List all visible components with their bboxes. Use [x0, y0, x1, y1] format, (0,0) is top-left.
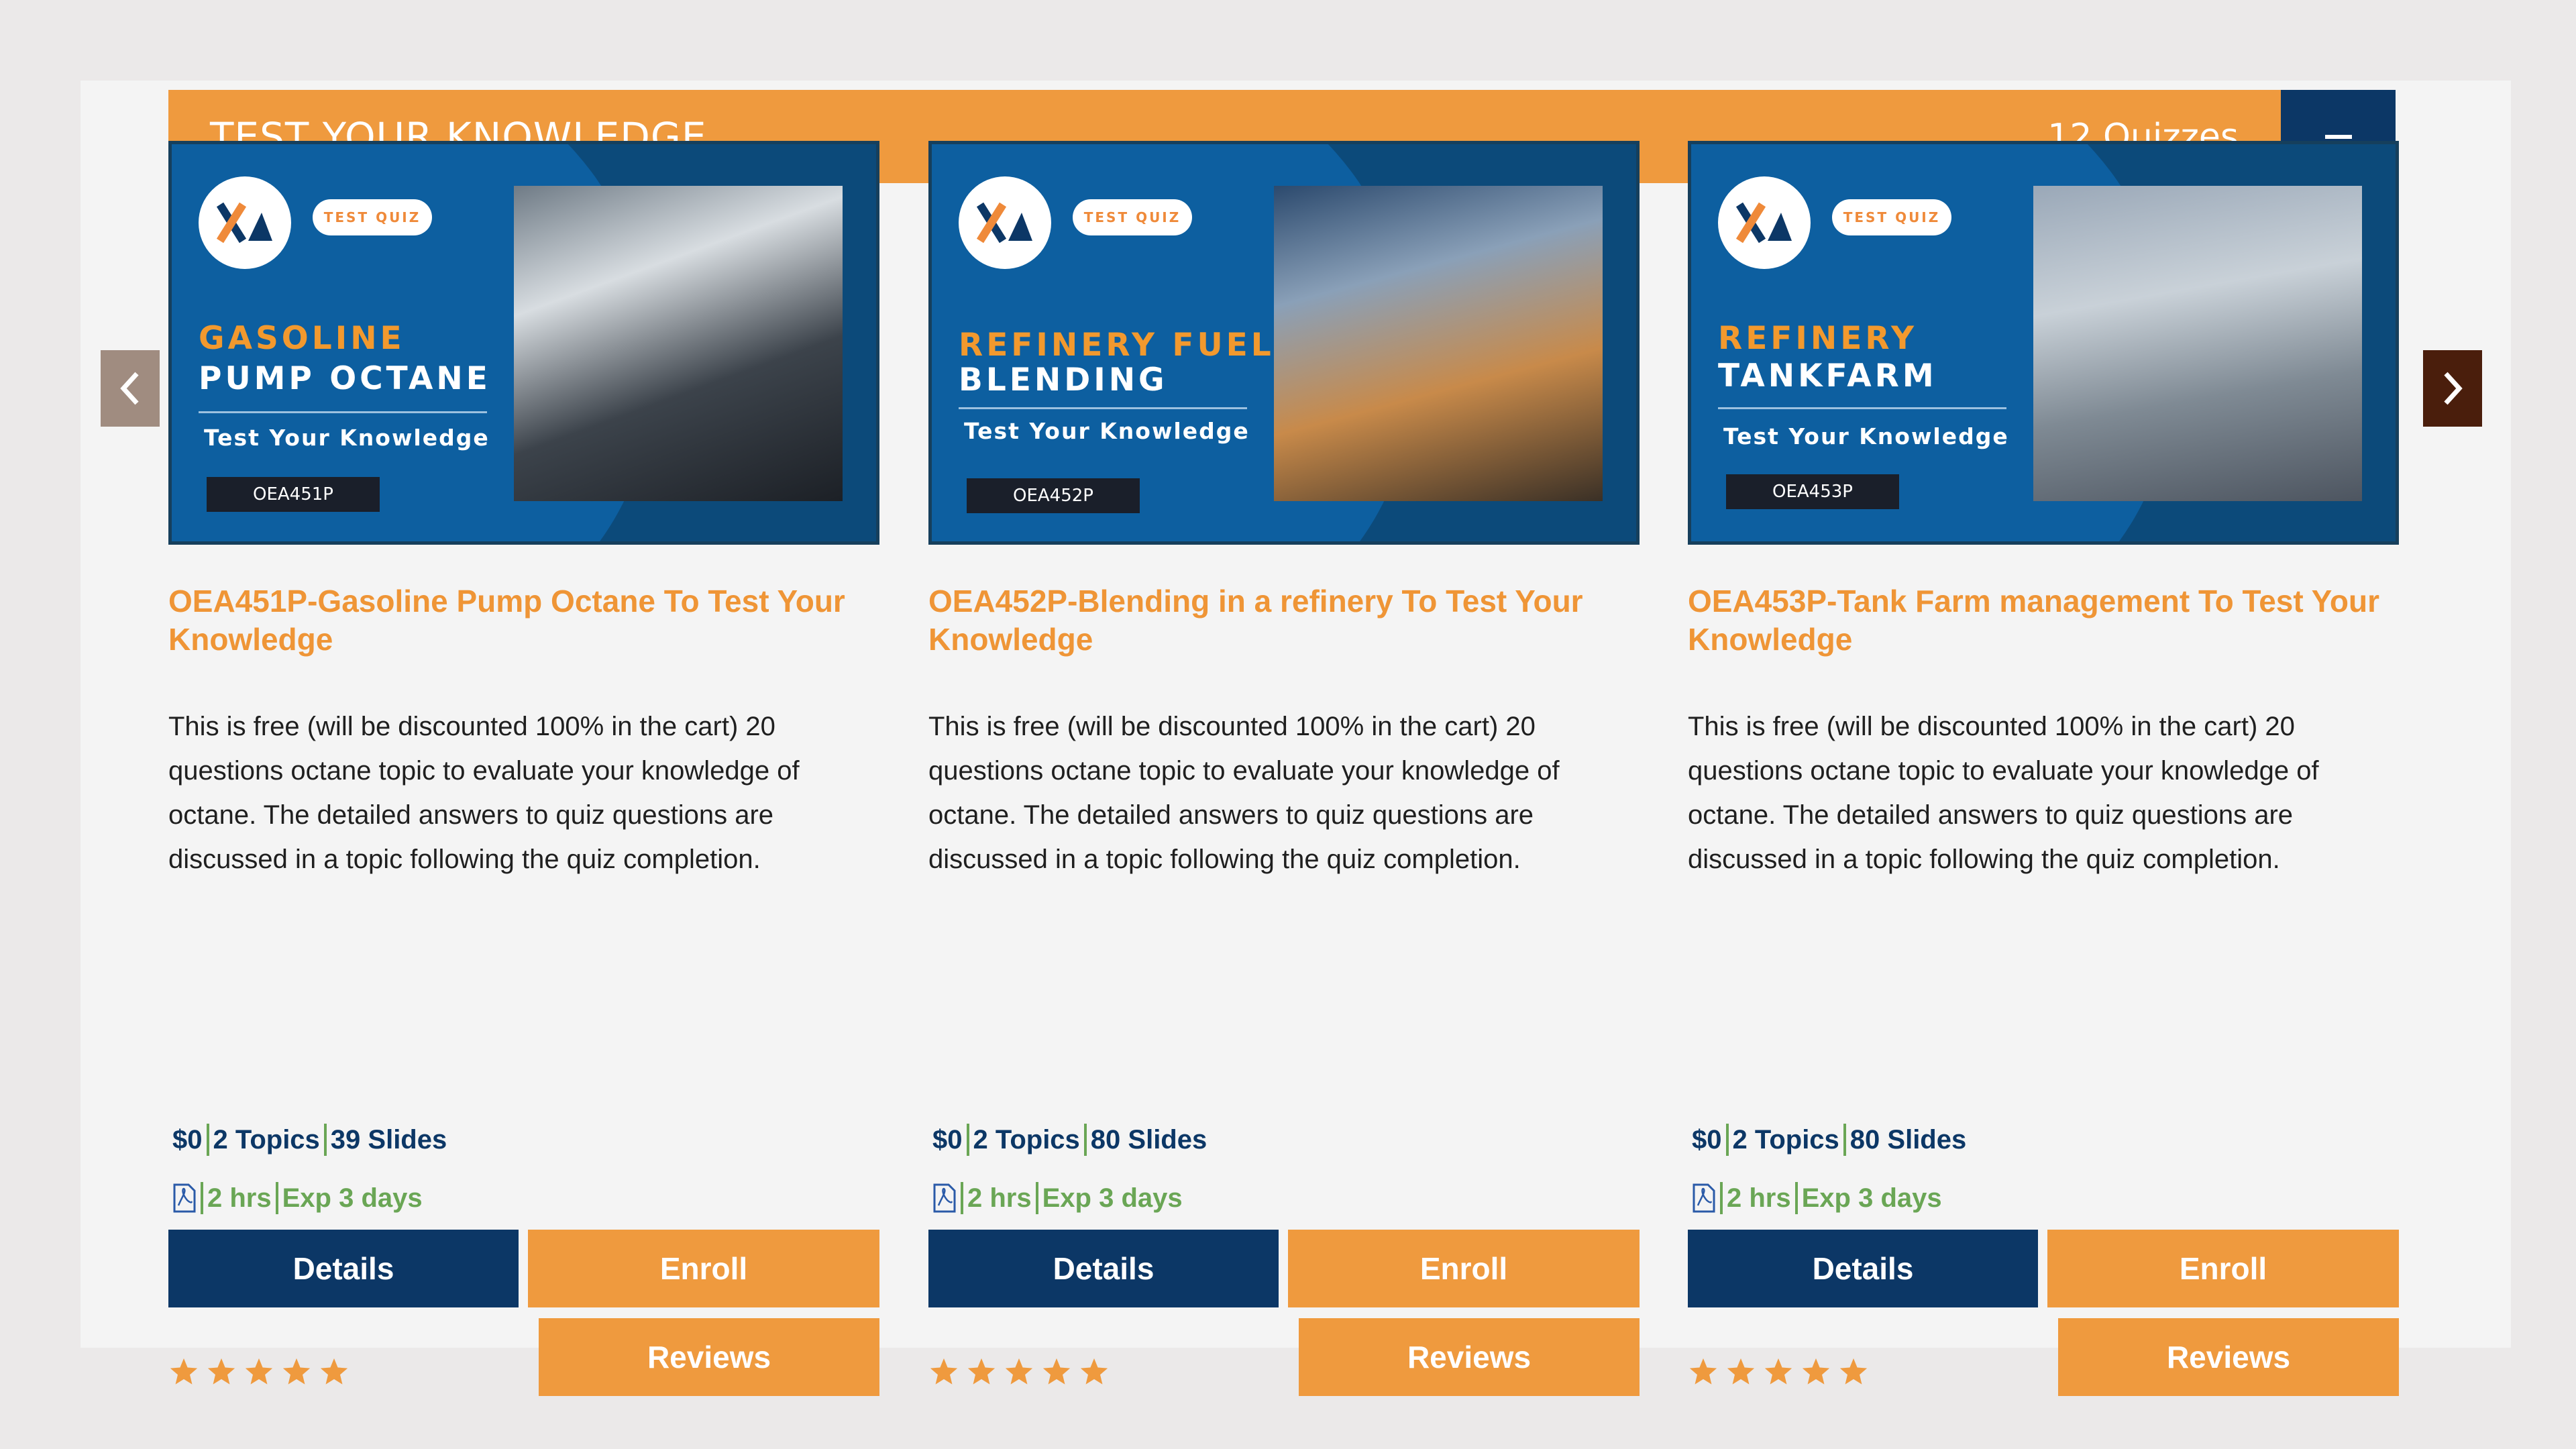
duration: 2 hrs — [1727, 1183, 1791, 1213]
star-icon — [1689, 1358, 1717, 1385]
pdf-file-icon — [933, 1183, 956, 1213]
test-quiz-badge: TEST QUIZ — [313, 199, 432, 235]
duration: 2 hrs — [967, 1183, 1032, 1213]
expiry: Exp 3 days — [282, 1183, 423, 1213]
thumb-title-line2: PUMP OCTANE — [199, 360, 491, 397]
slides-count: 80 Slides — [1849, 1124, 1967, 1155]
quiz-description: This is free (will be discounted 100% in… — [928, 712, 1560, 874]
details-button[interactable]: Details — [1688, 1230, 2038, 1307]
thumb-subtitle: Test Your Knowledge — [204, 425, 490, 451]
details-button[interactable]: Details — [168, 1230, 519, 1307]
details-button[interactable]: Details — [928, 1230, 1279, 1307]
quiz-description: This is free (will be discounted 100% in… — [168, 712, 800, 874]
quiz-photo — [1274, 186, 1603, 501]
course-code: OEA452P — [967, 478, 1140, 513]
expiry: Exp 3 days — [1801, 1183, 1942, 1213]
star-icon — [170, 1358, 198, 1385]
logo-mark-icon — [976, 202, 1032, 244]
quiz-thumbnail[interactable]: TEST QUIZ GASOLINE PUMP OCTANE Test Your… — [168, 141, 879, 545]
quiz-title-link[interactable]: OEA453P-Tank Farm management To Test You… — [1688, 582, 2399, 659]
star-icon — [1802, 1358, 1830, 1385]
enroll-button[interactable]: Enroll — [2047, 1230, 2399, 1307]
price: $0 — [932, 1124, 963, 1155]
reviews-button[interactable]: Reviews — [2058, 1318, 2399, 1396]
star-icon — [207, 1358, 235, 1385]
quiz-thumbnail[interactable]: TEST QUIZ REFINERY FUEL BLENDING Test Yo… — [928, 141, 1640, 545]
quiz-thumbnail[interactable]: TEST QUIZ REFINERY TANKFARM Test Your Kn… — [1688, 141, 2399, 545]
pdf-file-icon — [1693, 1183, 1715, 1213]
quiz-duration-info: 2 hrs Exp 3 days — [1692, 1182, 1942, 1214]
quiz-card-2: TEST QUIZ REFINERY FUEL BLENDING Test Yo… — [928, 141, 1640, 1415]
star-icon — [967, 1358, 996, 1385]
course-code: OEA453P — [1726, 474, 1899, 509]
thumb-title-line2: TANKFARM — [1718, 358, 1937, 394]
thumb-title-line1: REFINERY FUEL — [959, 327, 1275, 364]
academy-logo — [1718, 176, 1811, 269]
quiz-title-link[interactable]: OEA451P-Gasoline Pump Octane To Test You… — [168, 582, 879, 659]
star-icon — [320, 1358, 348, 1385]
slides-count: 80 Slides — [1090, 1124, 1208, 1155]
course-code: OEA451P — [207, 477, 380, 512]
minus-icon — [2324, 134, 2352, 139]
star-icon — [1727, 1358, 1755, 1385]
quiz-price-info: $0 2 Topics 39 Slides — [172, 1124, 447, 1156]
quiz-price-info: $0 2 Topics 80 Slides — [1692, 1124, 1966, 1156]
star-icon — [1005, 1358, 1033, 1385]
duration: 2 hrs — [207, 1183, 272, 1213]
quiz-duration-info: 2 hrs Exp 3 days — [932, 1182, 1183, 1214]
thumb-title-line1: REFINERY — [1718, 320, 1917, 357]
thumb-divider — [199, 411, 487, 413]
star-icon — [245, 1358, 273, 1385]
quiz-card-1: TEST QUIZ GASOLINE PUMP OCTANE Test Your… — [168, 141, 879, 1415]
price: $0 — [172, 1124, 203, 1155]
enroll-button[interactable]: Enroll — [1288, 1230, 1640, 1307]
quiz-title-link[interactable]: OEA452P-Blending in a refinery To Test Y… — [928, 582, 1640, 659]
logo-mark-icon — [1735, 202, 1792, 244]
quiz-photo — [514, 186, 843, 501]
academy-logo — [959, 176, 1051, 269]
chevron-left-icon — [120, 372, 139, 405]
logo-mark-icon — [216, 202, 272, 244]
chevron-right-icon — [2444, 372, 2463, 405]
thumb-divider — [1718, 407, 2006, 409]
quiz-card-3: TEST QUIZ REFINERY TANKFARM Test Your Kn… — [1688, 141, 2399, 1415]
topics-count: 2 Topics — [973, 1124, 1080, 1155]
reviews-button[interactable]: Reviews — [1299, 1318, 1640, 1396]
topics-count: 2 Topics — [1732, 1124, 1839, 1155]
test-quiz-badge: TEST QUIZ — [1832, 199, 1951, 235]
thumb-title-line1: GASOLINE — [199, 320, 405, 357]
star-rating — [1688, 1356, 1869, 1387]
star-icon — [1839, 1358, 1868, 1385]
quiz-photo — [2033, 186, 2362, 501]
price: $0 — [1692, 1124, 1722, 1155]
academy-logo — [199, 176, 291, 269]
enroll-button[interactable]: Enroll — [528, 1230, 879, 1307]
thumb-subtitle: Test Your Knowledge — [1723, 423, 2009, 449]
star-rating — [168, 1356, 350, 1387]
star-icon — [1764, 1358, 1792, 1385]
carousel-prev-button[interactable] — [101, 350, 160, 427]
pdf-file-icon — [173, 1183, 196, 1213]
carousel-next-button[interactable] — [2423, 350, 2482, 427]
thumb-title-line2: BLENDING — [959, 362, 1168, 398]
quiz-price-info: $0 2 Topics 80 Slides — [932, 1124, 1207, 1156]
thumb-divider — [959, 407, 1247, 409]
thumb-subtitle: Test Your Knowledge — [964, 418, 1250, 444]
star-icon — [282, 1358, 311, 1385]
topics-count: 2 Topics — [213, 1124, 320, 1155]
quiz-description: This is free (will be discounted 100% in… — [1688, 712, 2319, 874]
slides-count: 39 Slides — [330, 1124, 447, 1155]
quiz-duration-info: 2 hrs Exp 3 days — [172, 1182, 423, 1214]
reviews-button[interactable]: Reviews — [539, 1318, 879, 1396]
star-icon — [930, 1358, 958, 1385]
star-icon — [1042, 1358, 1071, 1385]
test-quiz-badge: TEST QUIZ — [1073, 199, 1192, 235]
star-icon — [1080, 1358, 1108, 1385]
star-rating — [928, 1356, 1110, 1387]
expiry: Exp 3 days — [1042, 1183, 1183, 1213]
